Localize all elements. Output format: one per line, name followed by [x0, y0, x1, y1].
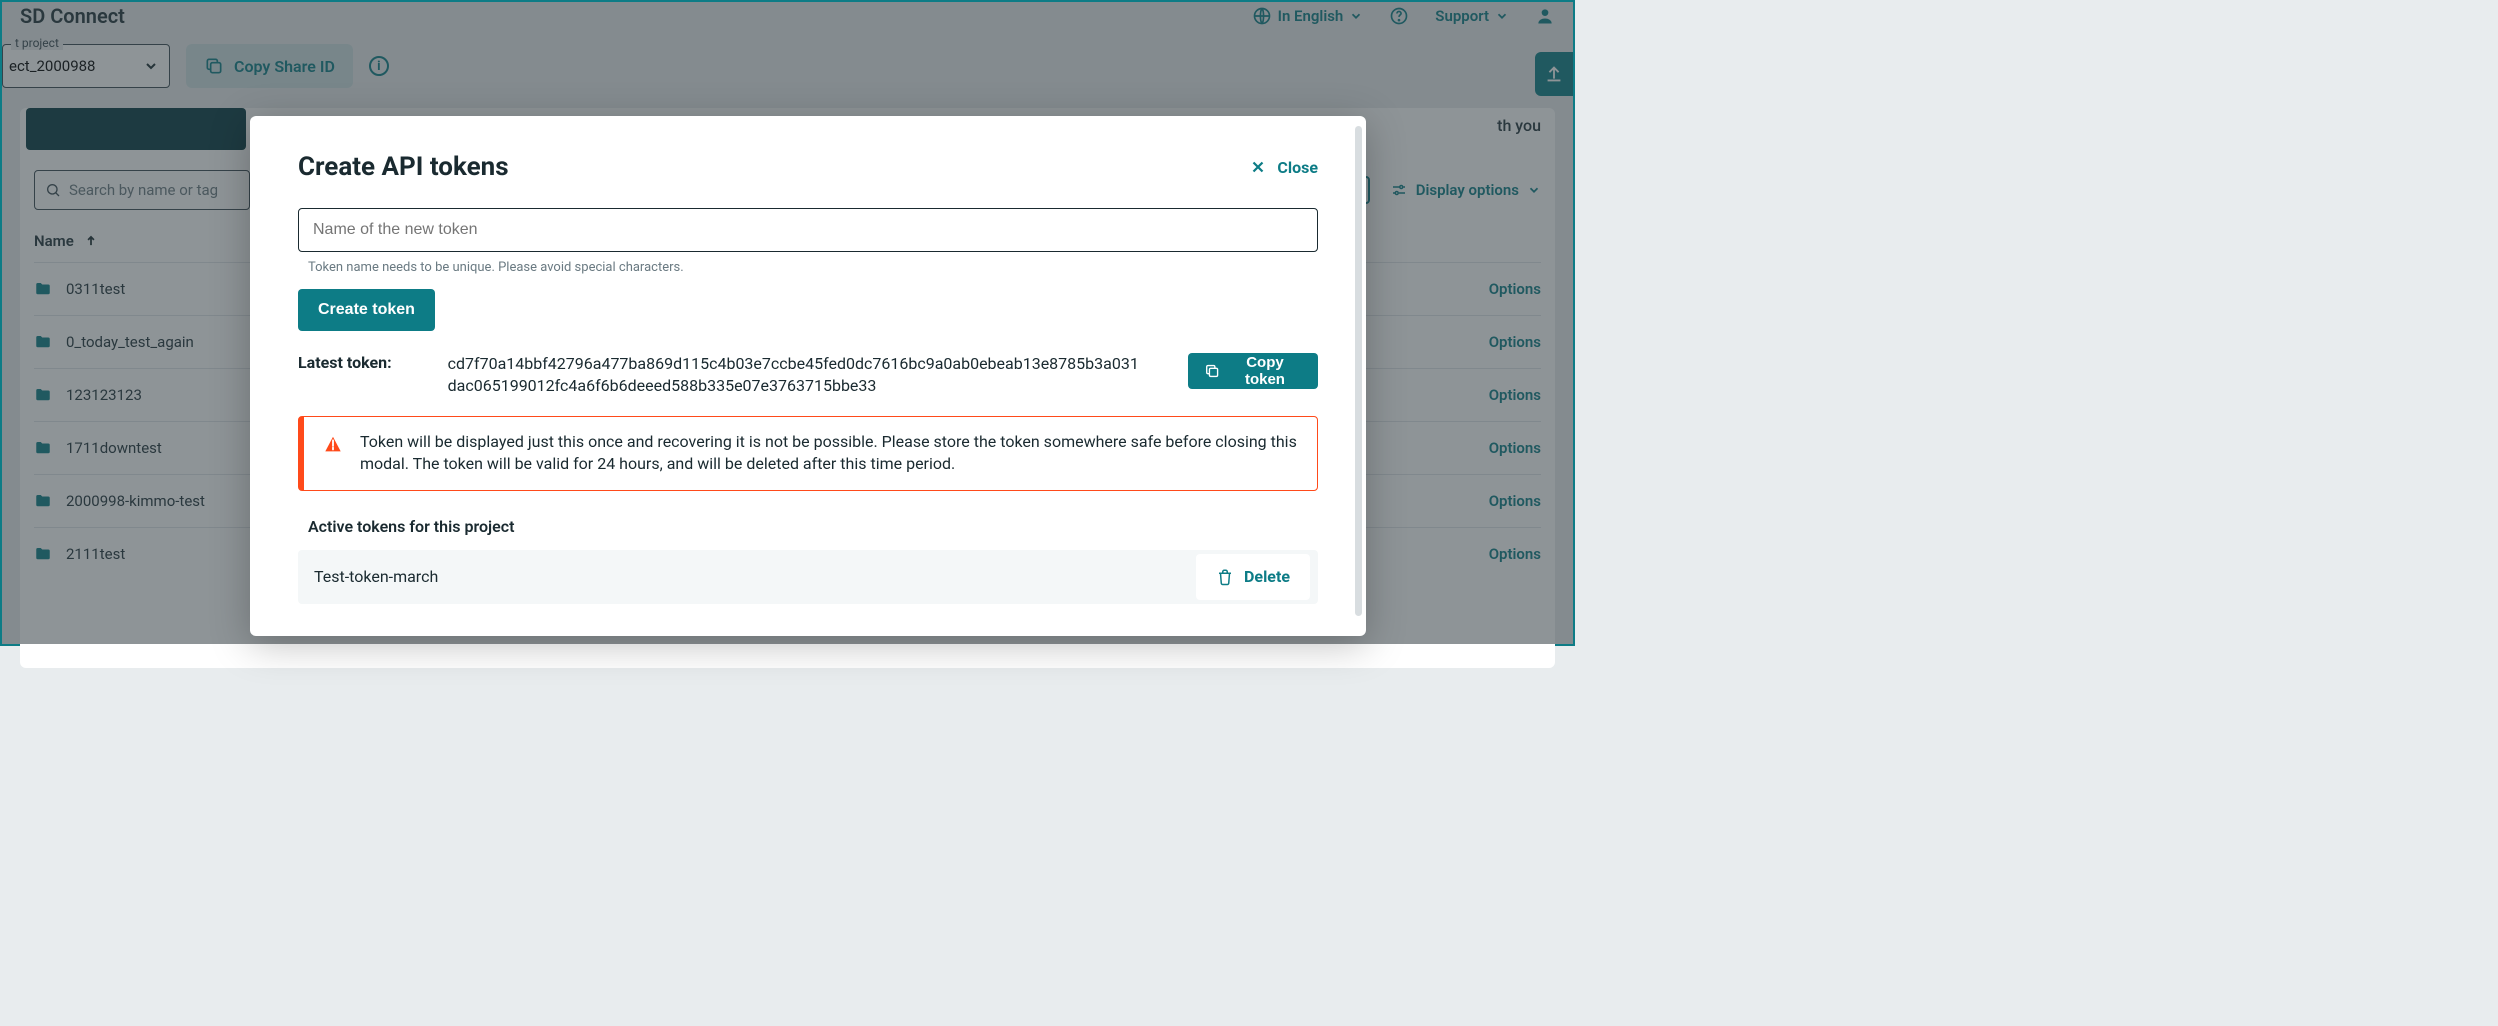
close-icon — [1249, 158, 1267, 176]
token-name-input[interactable] — [298, 208, 1318, 252]
token-name-helper: Token name needs to be unique. Please av… — [308, 260, 1318, 275]
close-label: Close — [1277, 158, 1318, 177]
warning-alert: Token will be displayed just this once a… — [298, 416, 1318, 491]
token-row-name: Test-token-march — [314, 567, 438, 586]
active-tokens-header: Active tokens for this project — [298, 517, 1318, 536]
latest-token-label: Latest token: — [298, 353, 408, 372]
token-row: Test-token-march Delete — [298, 550, 1318, 604]
trash-icon — [1216, 568, 1234, 586]
create-api-tokens-modal: Create API tokens Close Token name needs… — [250, 116, 1366, 636]
warning-icon — [322, 433, 344, 455]
copy-token-label: Copy token — [1228, 354, 1302, 388]
warning-text: Token will be displayed just this once a… — [360, 431, 1297, 476]
create-token-button[interactable]: Create token — [298, 289, 435, 331]
modal-title: Create API tokens — [298, 152, 509, 182]
close-button[interactable]: Close — [1249, 158, 1318, 177]
modal-scrollbar[interactable] — [1355, 126, 1362, 616]
delete-token-button[interactable]: Delete — [1196, 554, 1310, 600]
latest-token-value: cd7f70a14bbf42796a477ba869d115c4b03e7ccb… — [448, 353, 1148, 398]
copy-token-button[interactable]: Copy token — [1188, 353, 1318, 389]
delete-label: Delete — [1244, 567, 1290, 586]
copy-icon — [1204, 362, 1220, 380]
